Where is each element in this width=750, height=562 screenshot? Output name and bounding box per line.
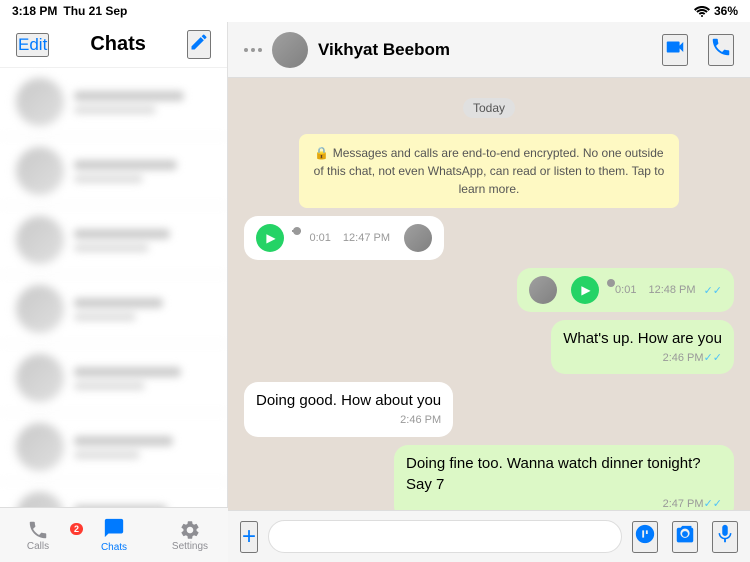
list-item[interactable] (0, 482, 227, 507)
status-left: 3:18 PM Thu 21 Sep (12, 4, 127, 18)
contact-name: Vikhyat Beebom (318, 40, 652, 60)
compose-button[interactable] (187, 30, 211, 59)
time: 3:18 PM (12, 4, 57, 18)
waveform (292, 230, 301, 232)
date-label: Today (463, 98, 515, 118)
settings-label: Settings (172, 541, 208, 552)
main-content: Edit Chats (0, 22, 750, 562)
list-item[interactable] (0, 137, 227, 206)
voice-duration: 0:01 (615, 284, 636, 296)
mic-button[interactable] (712, 521, 738, 553)
message-input[interactable] (268, 520, 622, 553)
add-attachment-button[interactable]: + (240, 521, 258, 553)
avatar (16, 285, 64, 333)
date-divider: Today (244, 98, 734, 118)
message-ticks: ✓✓ (704, 497, 722, 510)
sticker-button[interactable] (632, 521, 658, 553)
encryption-notice[interactable]: 🔒 Messages and calls are end-to-end encr… (299, 134, 679, 208)
tab-calls[interactable]: Calls (0, 508, 76, 562)
date: Thu 21 Sep (63, 4, 127, 18)
avatar (16, 147, 64, 195)
list-item[interactable] (0, 344, 227, 413)
play-button[interactable]: ▶ (571, 276, 599, 304)
chat-header: Vikhyat Beebom (228, 22, 750, 78)
chats-label: Chats (101, 542, 127, 553)
list-item[interactable] (0, 206, 227, 275)
message-bubble[interactable]: What's up. How are you 2:46 PM ✓✓ (551, 320, 734, 374)
sidebar: Edit Chats (0, 22, 228, 562)
table-row: Doing fine too. Wanna watch dinner tonig… (244, 445, 734, 510)
avatar (16, 354, 64, 402)
wifi-icon (694, 5, 710, 17)
avatar (16, 216, 64, 264)
video-icon (664, 36, 686, 58)
compose-icon (189, 32, 209, 52)
sticker-icon (634, 523, 656, 545)
message-bubble[interactable]: Doing fine too. Wanna watch dinner tonig… (394, 445, 734, 510)
camera-button[interactable] (672, 521, 698, 553)
chat-area: Vikhyat Beebom Today (228, 22, 750, 562)
header-actions (662, 34, 734, 66)
phone-icon (710, 36, 732, 58)
message-time: 2:47 PM (663, 497, 704, 510)
list-item[interactable] (0, 275, 227, 344)
voice-time: 12:47 PM (343, 232, 390, 244)
tab-chats[interactable]: 2 Chats (76, 508, 152, 562)
tab-bar: Calls 2 Chats Settings (0, 507, 228, 562)
message-text: Doing fine too. Wanna watch dinner tonig… (406, 455, 701, 493)
voice-time: 12:48 PM (648, 284, 695, 296)
message-bubble[interactable]: Doing good. How about you 2:46 PM (244, 382, 453, 436)
settings-icon (179, 519, 201, 541)
message-ticks: ✓✓ (704, 284, 722, 297)
table-row: What's up. How are you 2:46 PM ✓✓ (244, 320, 734, 374)
voice-message-received[interactable]: ▶ 0:01 12:47 PM (244, 216, 444, 260)
play-button[interactable]: ▶ (256, 224, 284, 252)
calls-label: Calls (27, 541, 49, 552)
list-item[interactable] (0, 68, 227, 137)
chats-title: Chats (90, 33, 146, 56)
header-dots (244, 48, 262, 52)
sender-avatar (529, 276, 557, 304)
list-item[interactable] (0, 413, 227, 482)
message-text: Doing good. How about you (256, 392, 441, 409)
table-row: ▶ 0:01 12:47 PM (244, 216, 734, 260)
play-icon: ▶ (581, 283, 590, 297)
status-bar: 3:18 PM Thu 21 Sep 36% (0, 0, 750, 22)
table-row: Doing good. How about you 2:46 PM (244, 382, 734, 436)
mic-icon (714, 523, 736, 545)
chat-input-bar: + (228, 510, 750, 562)
message-time: 2:46 PM (400, 413, 441, 428)
chats-icon (103, 517, 125, 539)
sidebar-list (0, 68, 227, 507)
voice-call-button[interactable] (708, 34, 734, 66)
message-time: 2:46 PM (663, 351, 704, 366)
avatar (16, 492, 64, 507)
battery: 36% (714, 4, 738, 18)
video-call-button[interactable] (662, 34, 688, 66)
avatar (16, 423, 64, 471)
calls-icon (27, 519, 49, 541)
table-row: ▶ 0:01 12:48 PM ✓✓ (244, 268, 734, 312)
sidebar-header: Edit Chats (0, 22, 227, 68)
avatar (16, 78, 64, 126)
contact-avatar (272, 32, 308, 68)
sender-avatar (404, 224, 432, 252)
edit-button[interactable]: Edit (16, 33, 49, 57)
camera-icon (674, 523, 696, 545)
chats-badge: 2 (70, 523, 83, 535)
tab-settings[interactable]: Settings (152, 508, 228, 562)
voice-message-sent[interactable]: ▶ 0:01 12:48 PM ✓✓ (517, 268, 734, 312)
message-text: What's up. How are you (563, 330, 722, 347)
voice-duration: 0:01 (309, 232, 330, 244)
message-ticks: ✓✓ (704, 351, 722, 366)
messages-container: Today 🔒 Messages and calls are end-to-en… (228, 78, 750, 510)
status-right: 36% (694, 4, 738, 18)
play-icon: ▶ (266, 231, 275, 245)
input-icons (632, 521, 738, 553)
